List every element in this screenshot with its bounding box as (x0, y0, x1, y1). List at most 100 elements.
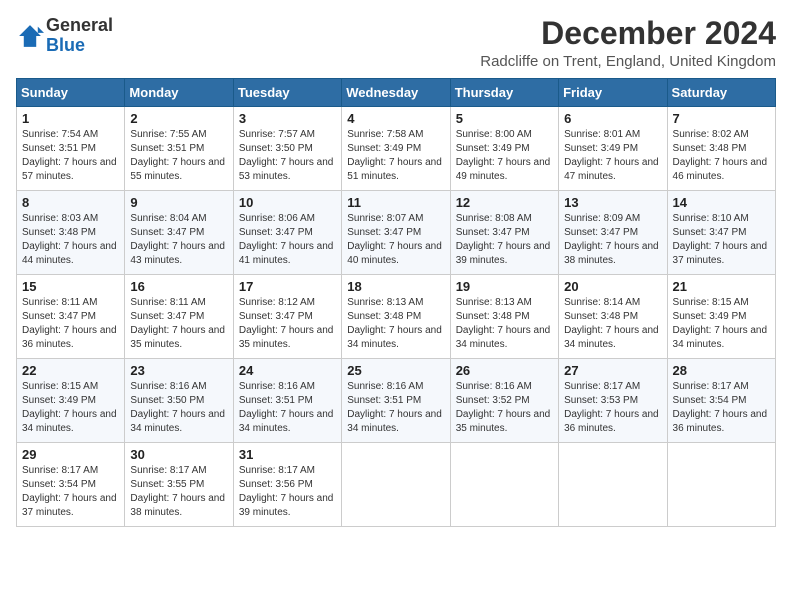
day-number: 7 (673, 111, 770, 126)
table-row: 11 Sunrise: 8:07 AM Sunset: 3:47 PM Dayl… (342, 191, 450, 275)
col-wednesday: Wednesday (342, 79, 450, 107)
day-number: 19 (456, 279, 553, 294)
title-block: December 2024 Radcliffe on Trent, Englan… (480, 16, 776, 70)
day-number: 9 (130, 195, 227, 210)
day-info: Sunrise: 8:11 AM Sunset: 3:47 PM Dayligh… (22, 296, 119, 352)
day-info: Sunrise: 7:58 AM Sunset: 3:49 PM Dayligh… (347, 128, 444, 184)
logo-blue-text: Blue (46, 35, 85, 55)
calendar-week-row: 22 Sunrise: 8:15 AM Sunset: 3:49 PM Dayl… (17, 359, 776, 443)
day-number: 11 (347, 195, 444, 210)
calendar-week-row: 29 Sunrise: 8:17 AM Sunset: 3:54 PM Dayl… (17, 443, 776, 527)
col-saturday: Saturday (667, 79, 775, 107)
day-info: Sunrise: 8:02 AM Sunset: 3:48 PM Dayligh… (673, 128, 770, 184)
table-row: 8 Sunrise: 8:03 AM Sunset: 3:48 PM Dayli… (17, 191, 125, 275)
day-info: Sunrise: 8:08 AM Sunset: 3:47 PM Dayligh… (456, 212, 553, 268)
page-header: General Blue December 2024 Radcliffe on … (16, 16, 776, 70)
table-row: 5 Sunrise: 8:00 AM Sunset: 3:49 PM Dayli… (450, 107, 558, 191)
day-number: 30 (130, 447, 227, 462)
day-number: 15 (22, 279, 119, 294)
col-sunday: Sunday (17, 79, 125, 107)
calendar-week-row: 15 Sunrise: 8:11 AM Sunset: 3:47 PM Dayl… (17, 275, 776, 359)
day-number: 23 (130, 363, 227, 378)
day-number: 31 (239, 447, 336, 462)
col-monday: Monday (125, 79, 233, 107)
day-info: Sunrise: 8:13 AM Sunset: 3:48 PM Dayligh… (456, 296, 553, 352)
table-row: 3 Sunrise: 7:57 AM Sunset: 3:50 PM Dayli… (233, 107, 341, 191)
day-info: Sunrise: 7:55 AM Sunset: 3:51 PM Dayligh… (130, 128, 227, 184)
table-row: 18 Sunrise: 8:13 AM Sunset: 3:48 PM Dayl… (342, 275, 450, 359)
table-row: 30 Sunrise: 8:17 AM Sunset: 3:55 PM Dayl… (125, 443, 233, 527)
day-number: 5 (456, 111, 553, 126)
day-info: Sunrise: 8:06 AM Sunset: 3:47 PM Dayligh… (239, 212, 336, 268)
day-number: 12 (456, 195, 553, 210)
table-row: 21 Sunrise: 8:15 AM Sunset: 3:49 PM Dayl… (667, 275, 775, 359)
day-info: Sunrise: 8:15 AM Sunset: 3:49 PM Dayligh… (673, 296, 770, 352)
day-info: Sunrise: 8:00 AM Sunset: 3:49 PM Dayligh… (456, 128, 553, 184)
table-row: 22 Sunrise: 8:15 AM Sunset: 3:49 PM Dayl… (17, 359, 125, 443)
logo-icon (16, 22, 44, 50)
day-number: 17 (239, 279, 336, 294)
location-subtitle: Radcliffe on Trent, England, United King… (480, 53, 776, 70)
day-number: 1 (22, 111, 119, 126)
day-info: Sunrise: 7:57 AM Sunset: 3:50 PM Dayligh… (239, 128, 336, 184)
day-info: Sunrise: 8:16 AM Sunset: 3:51 PM Dayligh… (239, 380, 336, 436)
calendar-table: Sunday Monday Tuesday Wednesday Thursday… (16, 78, 776, 527)
table-row: 23 Sunrise: 8:16 AM Sunset: 3:50 PM Dayl… (125, 359, 233, 443)
table-row: 9 Sunrise: 8:04 AM Sunset: 3:47 PM Dayli… (125, 191, 233, 275)
day-number: 13 (564, 195, 661, 210)
table-row: 26 Sunrise: 8:16 AM Sunset: 3:52 PM Dayl… (450, 359, 558, 443)
col-thursday: Thursday (450, 79, 558, 107)
table-row: 12 Sunrise: 8:08 AM Sunset: 3:47 PM Dayl… (450, 191, 558, 275)
day-number: 22 (22, 363, 119, 378)
day-number: 8 (22, 195, 119, 210)
table-row: 10 Sunrise: 8:06 AM Sunset: 3:47 PM Dayl… (233, 191, 341, 275)
table-row: 7 Sunrise: 8:02 AM Sunset: 3:48 PM Dayli… (667, 107, 775, 191)
month-title: December 2024 (480, 16, 776, 51)
table-row: 27 Sunrise: 8:17 AM Sunset: 3:53 PM Dayl… (559, 359, 667, 443)
table-row: 31 Sunrise: 8:17 AM Sunset: 3:56 PM Dayl… (233, 443, 341, 527)
day-number: 14 (673, 195, 770, 210)
logo-general-text: General (46, 15, 113, 35)
table-row: 4 Sunrise: 7:58 AM Sunset: 3:49 PM Dayli… (342, 107, 450, 191)
day-info: Sunrise: 8:16 AM Sunset: 3:50 PM Dayligh… (130, 380, 227, 436)
table-row: 25 Sunrise: 8:16 AM Sunset: 3:51 PM Dayl… (342, 359, 450, 443)
day-info: Sunrise: 8:13 AM Sunset: 3:48 PM Dayligh… (347, 296, 444, 352)
day-number: 4 (347, 111, 444, 126)
day-info: Sunrise: 8:15 AM Sunset: 3:49 PM Dayligh… (22, 380, 119, 436)
day-number: 25 (347, 363, 444, 378)
day-info: Sunrise: 8:17 AM Sunset: 3:56 PM Dayligh… (239, 464, 336, 520)
table-row: 17 Sunrise: 8:12 AM Sunset: 3:47 PM Dayl… (233, 275, 341, 359)
day-info: Sunrise: 8:16 AM Sunset: 3:52 PM Dayligh… (456, 380, 553, 436)
day-number: 3 (239, 111, 336, 126)
calendar-week-row: 1 Sunrise: 7:54 AM Sunset: 3:51 PM Dayli… (17, 107, 776, 191)
table-row: 24 Sunrise: 8:16 AM Sunset: 3:51 PM Dayl… (233, 359, 341, 443)
day-info: Sunrise: 8:10 AM Sunset: 3:47 PM Dayligh… (673, 212, 770, 268)
day-info: Sunrise: 8:17 AM Sunset: 3:54 PM Dayligh… (22, 464, 119, 520)
day-info: Sunrise: 7:54 AM Sunset: 3:51 PM Dayligh… (22, 128, 119, 184)
day-number: 6 (564, 111, 661, 126)
day-info: Sunrise: 8:07 AM Sunset: 3:47 PM Dayligh… (347, 212, 444, 268)
day-number: 29 (22, 447, 119, 462)
table-row: 14 Sunrise: 8:10 AM Sunset: 3:47 PM Dayl… (667, 191, 775, 275)
day-number: 16 (130, 279, 227, 294)
day-number: 20 (564, 279, 661, 294)
day-info: Sunrise: 8:01 AM Sunset: 3:49 PM Dayligh… (564, 128, 661, 184)
day-number: 21 (673, 279, 770, 294)
day-info: Sunrise: 8:17 AM Sunset: 3:53 PM Dayligh… (564, 380, 661, 436)
col-friday: Friday (559, 79, 667, 107)
table-row: 15 Sunrise: 8:11 AM Sunset: 3:47 PM Dayl… (17, 275, 125, 359)
day-info: Sunrise: 8:04 AM Sunset: 3:47 PM Dayligh… (130, 212, 227, 268)
calendar-week-row: 8 Sunrise: 8:03 AM Sunset: 3:48 PM Dayli… (17, 191, 776, 275)
table-row: 6 Sunrise: 8:01 AM Sunset: 3:49 PM Dayli… (559, 107, 667, 191)
day-number: 10 (239, 195, 336, 210)
table-row: 20 Sunrise: 8:14 AM Sunset: 3:48 PM Dayl… (559, 275, 667, 359)
day-info: Sunrise: 8:14 AM Sunset: 3:48 PM Dayligh… (564, 296, 661, 352)
table-row (342, 443, 450, 527)
calendar-header-row: Sunday Monday Tuesday Wednesday Thursday… (17, 79, 776, 107)
day-info: Sunrise: 8:16 AM Sunset: 3:51 PM Dayligh… (347, 380, 444, 436)
table-row: 16 Sunrise: 8:11 AM Sunset: 3:47 PM Dayl… (125, 275, 233, 359)
day-info: Sunrise: 8:11 AM Sunset: 3:47 PM Dayligh… (130, 296, 227, 352)
day-number: 2 (130, 111, 227, 126)
table-row: 28 Sunrise: 8:17 AM Sunset: 3:54 PM Dayl… (667, 359, 775, 443)
day-info: Sunrise: 8:09 AM Sunset: 3:47 PM Dayligh… (564, 212, 661, 268)
